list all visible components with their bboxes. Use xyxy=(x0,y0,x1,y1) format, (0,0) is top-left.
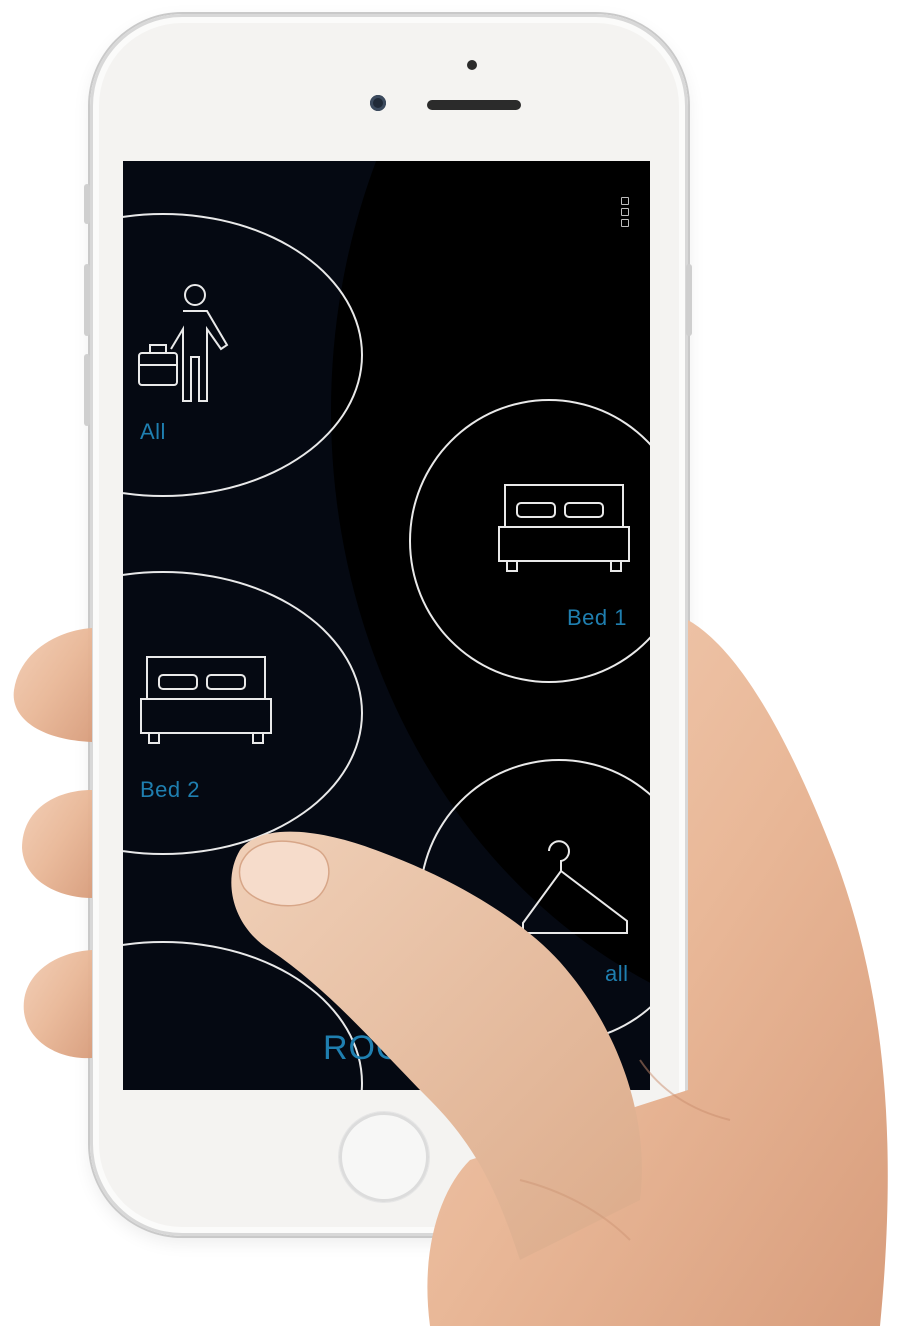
mute-switch xyxy=(84,184,90,224)
footer-rooms-label: ROOM xyxy=(323,1029,433,1067)
home-button[interactable] xyxy=(339,1112,429,1202)
tile-bed-1-label: Bed 1 xyxy=(567,605,627,630)
volume-down-button xyxy=(84,354,90,426)
hanger-icon xyxy=(522,840,628,934)
proximity-sensor xyxy=(467,60,477,70)
bed-icon xyxy=(498,484,630,572)
tile-wardrobe-label: all xyxy=(605,961,629,986)
tile-all-label: All xyxy=(140,419,166,444)
earpiece-speaker xyxy=(427,100,521,110)
phone-screen: All Bed 1 Bed 2 all ROOM xyxy=(123,161,650,1090)
bed-icon xyxy=(140,656,272,744)
volume-up-button xyxy=(84,264,90,336)
more-vertical-icon[interactable] xyxy=(621,197,631,230)
front-camera xyxy=(370,95,386,111)
tile-bed-2-label: Bed 2 xyxy=(140,777,200,802)
businessman-icon xyxy=(138,284,229,402)
power-button xyxy=(686,264,692,336)
